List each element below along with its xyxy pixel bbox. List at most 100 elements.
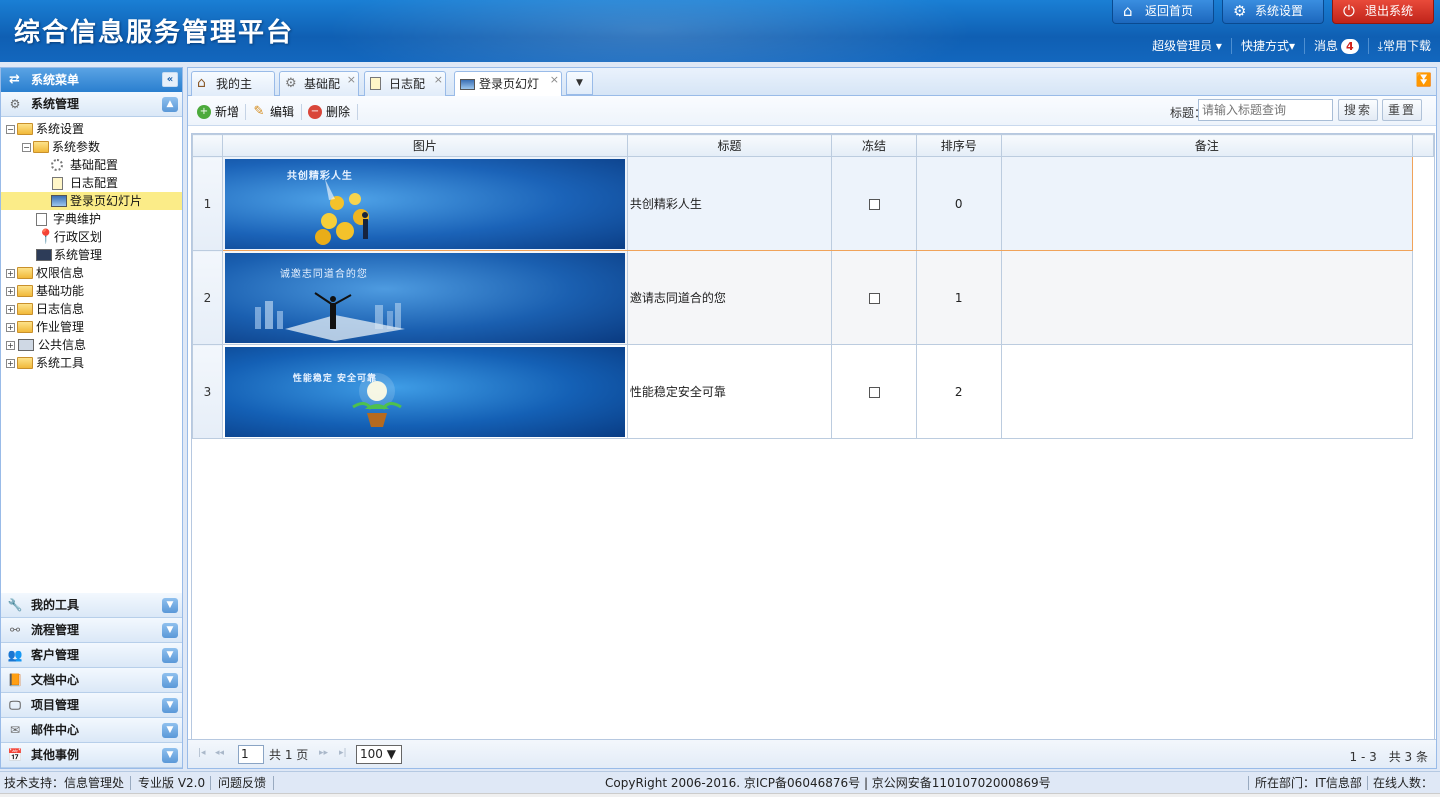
- accordion-mail[interactable]: ✉ 邮件中心 ▼: [1, 718, 182, 743]
- collapse-sidebar-button[interactable]: «: [162, 72, 178, 87]
- tree-node-jobs[interactable]: + 作业管理: [1, 318, 182, 336]
- tree-node-sys-mgmt[interactable]: 系统管理: [1, 246, 182, 264]
- column-header-order[interactable]: 排序号: [915, 134, 1002, 157]
- feedback-link[interactable]: 问题反馈: [218, 773, 266, 793]
- calendar-icon: 📅: [7, 748, 23, 762]
- tree-node-basic-functions[interactable]: + 基础功能: [1, 282, 182, 300]
- close-icon[interactable]: ×: [347, 68, 356, 92]
- accordion-other[interactable]: 📅 其他事例 ▼: [1, 743, 182, 768]
- tree-label: 系统工具: [36, 356, 85, 370]
- close-icon[interactable]: ×: [434, 68, 443, 92]
- shortcut-menu[interactable]: 快捷方式▾: [1232, 38, 1305, 54]
- plus-icon: +: [197, 105, 211, 119]
- first-page-icon[interactable]: |◂: [198, 748, 206, 758]
- chevron-down-icon[interactable]: ▼: [162, 673, 178, 688]
- chevron-up-icon[interactable]: ▲: [162, 97, 178, 112]
- tree-node-basic-config[interactable]: 基础配置: [1, 156, 182, 174]
- last-page-icon[interactable]: ▸|: [339, 748, 347, 758]
- divider: [130, 776, 131, 790]
- expand-node-icon[interactable]: +: [6, 305, 15, 314]
- accordion-my-tools[interactable]: 🔧 我的工具 ▼: [1, 593, 182, 618]
- window-bottom-strip: [0, 793, 1440, 797]
- messages-link[interactable]: 消息 4: [1305, 38, 1369, 54]
- accordion-projects[interactable]: 🖵 项目管理 ▼: [1, 693, 182, 718]
- expand-node-icon[interactable]: +: [6, 287, 15, 296]
- presentation-icon: 🖵: [9, 698, 21, 712]
- expand-node-icon[interactable]: +: [6, 341, 15, 350]
- data-grid: ▲ 图片 标题 冻结 排序号 备注 1: [191, 133, 1435, 740]
- add-button[interactable]: + 新增: [197, 103, 239, 121]
- column-header-frozen[interactable]: 冻结: [831, 134, 917, 157]
- expand-node-icon[interactable]: +: [6, 359, 15, 368]
- add-label: 新增: [215, 105, 240, 119]
- tree-node-log-config[interactable]: 日志配置: [1, 174, 182, 192]
- user-menu[interactable]: 超级管理员 ▾: [1143, 38, 1232, 54]
- user-bar: 超级管理员 ▾ 快捷方式▾ 消息 4 ⤓常用下载: [1143, 36, 1440, 56]
- exit-button[interactable]: ⏻ 退出系统: [1332, 0, 1434, 24]
- settings-button[interactable]: ⚙ 系统设置: [1222, 0, 1324, 24]
- minus-icon: −: [308, 105, 322, 119]
- chevron-down-icon[interactable]: ▼: [162, 723, 178, 738]
- table-row[interactable]: 1 共创精彩人生 共创精彩人生 0: [192, 156, 1434, 251]
- column-header-title[interactable]: 标题: [626, 134, 833, 157]
- close-icon[interactable]: ×: [550, 68, 559, 92]
- tree-node-permissions[interactable]: + 权限信息: [1, 264, 182, 282]
- column-header-remark[interactable]: 备注: [1000, 134, 1414, 157]
- tab-log-config[interactable]: 日志配置×: [364, 68, 446, 115]
- home-button[interactable]: ⌂ 返回首页: [1112, 0, 1214, 24]
- collapse-node-icon[interactable]: −: [22, 143, 31, 152]
- accordion-documents[interactable]: 📙 文档中心 ▼: [1, 668, 182, 693]
- slide-thumbnail: 诚邀志同道合的您: [224, 252, 625, 343]
- tree-node-dictionary[interactable]: 字典维护: [1, 210, 182, 228]
- tree-label: 作业管理: [36, 320, 85, 334]
- delete-button[interactable]: − 删除: [308, 103, 350, 121]
- collapse-node-icon[interactable]: −: [6, 125, 15, 134]
- chevron-down-icon[interactable]: ▼: [162, 698, 178, 713]
- tree-node-log-info[interactable]: + 日志信息: [1, 300, 182, 318]
- chevron-down-icon[interactable]: ▼: [162, 623, 178, 638]
- support-text: 技术支持：信息管理处: [4, 776, 125, 790]
- frozen-checkbox[interactable]: [868, 292, 880, 304]
- edit-button[interactable]: ✎ 编辑: [252, 103, 294, 121]
- frozen-checkbox[interactable]: [868, 198, 880, 210]
- accordion-customers[interactable]: 👥 客户管理 ▼: [1, 643, 182, 668]
- slide-image-cell: 诚邀志同道合的您: [221, 250, 628, 345]
- prev-page-icon[interactable]: ◂◂: [215, 748, 224, 758]
- slide-image-cell: 性能稳定 安全可靠: [221, 344, 628, 439]
- next-page-icon[interactable]: ▸▸: [319, 748, 328, 758]
- reset-button[interactable]: 重置: [1382, 99, 1422, 121]
- chevron-down-icon[interactable]: ▼: [162, 748, 178, 763]
- page-size-select[interactable]: 100 ▼: [356, 745, 402, 764]
- tab-login-slides[interactable]: 登录页幻灯片×: [454, 68, 562, 115]
- tree-node-login-slides[interactable]: 登录页幻灯片: [1, 192, 182, 210]
- edit-label: 编辑: [270, 105, 295, 119]
- table-row[interactable]: 3 性能稳定 安全可靠 性能稳定安全可靠 2: [192, 344, 1434, 439]
- tab-home[interactable]: ⌂我的主页: [191, 71, 275, 115]
- copyright-text: CopyRight 2006-2016. 京ICP备06046876号 | 京公…: [605, 776, 1051, 790]
- tab-list-dropdown[interactable]: ▼: [566, 71, 593, 95]
- accordion-system-management[interactable]: ⚙ 系统管理 ▲: [1, 92, 182, 117]
- tree-node-region[interactable]: 📍 行政区划: [1, 228, 182, 246]
- divider: [1367, 776, 1368, 790]
- column-header-image[interactable]: 图片: [221, 134, 628, 157]
- table-row[interactable]: 2 诚邀志同道合的您 邀请志同道合的您 1: [192, 250, 1434, 345]
- page-number-input[interactable]: 1: [238, 745, 264, 764]
- search-button[interactable]: 搜索: [1338, 99, 1378, 121]
- expand-node-icon[interactable]: +: [6, 323, 15, 332]
- chevron-down-icon[interactable]: ▼: [162, 648, 178, 663]
- tree-node-system-params[interactable]: − 系统参数: [1, 138, 182, 156]
- tree-node-system-tools[interactable]: + 系统工具: [1, 354, 182, 372]
- download-link[interactable]: ⤓常用下载: [1369, 38, 1440, 54]
- accordion-label: 客户管理: [31, 648, 80, 662]
- frozen-checkbox[interactable]: [868, 386, 880, 398]
- users-icon: 👥: [7, 648, 23, 662]
- search-input[interactable]: [1198, 99, 1333, 121]
- tree-node-system-settings[interactable]: − 系统设置: [1, 120, 182, 138]
- chevron-down-icon[interactable]: ▼: [162, 598, 178, 613]
- expand-node-icon[interactable]: +: [6, 269, 15, 278]
- tree-node-public-info[interactable]: + 公共信息: [1, 336, 182, 354]
- accordion-workflow[interactable]: ⚯ 流程管理 ▼: [1, 618, 182, 643]
- frozen-cell: [831, 250, 917, 345]
- double-chevron-down-icon[interactable]: ⏬: [1416, 73, 1432, 88]
- tab-basic-config[interactable]: ⚙基础配置×: [279, 68, 359, 115]
